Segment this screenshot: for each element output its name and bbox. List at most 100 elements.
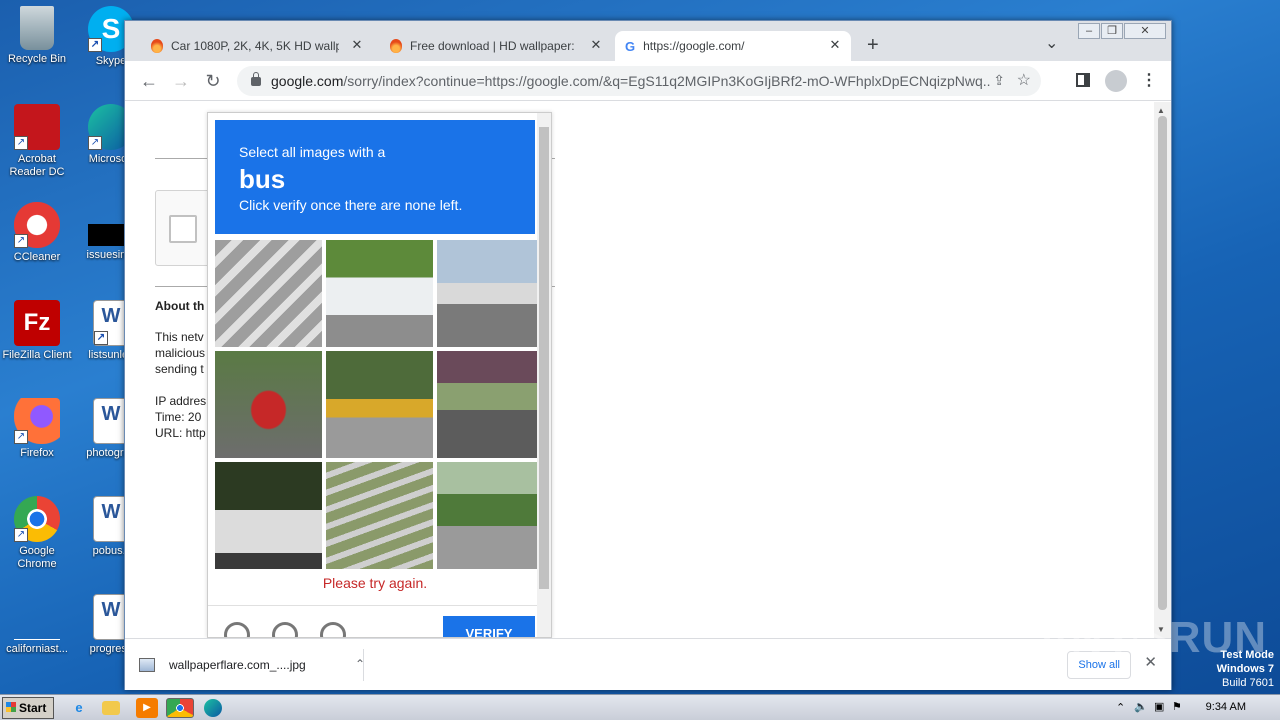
challenge-footer: VERIFY <box>208 605 551 637</box>
captcha-tile-intersection[interactable] <box>437 240 544 347</box>
download-shelf: wallpaperflare.com_....jpg ⌃ Show all ✕ <box>125 638 1171 690</box>
share-icon[interactable]: ⇪ <box>993 72 1005 89</box>
media-player-icon[interactable]: ▶ <box>136 698 158 718</box>
recaptcha-challenge: Select all images with a bus Click verif… <box>207 112 552 638</box>
divider <box>363 649 364 681</box>
tab-close-button[interactable]: ✕ <box>349 37 365 53</box>
desktop-icon-ccleaner[interactable]: ↗ CCleaner <box>0 202 74 264</box>
windows-test-mode-label: Test Mode Windows 7 Build 7601 <box>1216 649 1274 689</box>
reload-button[interactable]: ↻ <box>201 69 225 93</box>
start-button[interactable]: Start <box>2 697 54 719</box>
explanation-line: This netv <box>155 330 204 344</box>
restore-button[interactable]: ❐ <box>1101 23 1123 39</box>
captcha-tile-white-bus[interactable] <box>326 240 433 347</box>
lock-icon <box>251 71 261 86</box>
desktop-icon-acrobat[interactable]: ↗ Acrobat Reader DC <box>0 104 74 179</box>
browser-toolbar: ← → ↻ google.com/sorry/index?continue=ht… <box>125 61 1171 101</box>
close-window-button[interactable]: ✕ <box>1124 23 1166 39</box>
flame-icon <box>151 39 163 53</box>
captcha-tile-school-bus[interactable] <box>326 351 433 458</box>
about-heading: About th <box>155 299 205 313</box>
tab-strip: Car 1080P, 2K, 4K, 5K HD wallpapers ✕ Fr… <box>125 21 1171 61</box>
image-grid <box>215 240 544 570</box>
bookmark-star-icon[interactable]: ☆ <box>1017 70 1031 90</box>
desktop-icon-chrome[interactable]: ↗ Google Chrome <box>0 496 74 571</box>
edge-taskbar-icon[interactable] <box>204 699 222 717</box>
captcha-tile-guardrail[interactable] <box>437 462 544 569</box>
chrome-icon: ↗ <box>14 496 60 542</box>
tab-search-button[interactable]: ⌄ <box>1045 33 1058 53</box>
side-panel-icon[interactable] <box>1076 73 1090 87</box>
tab-close-button[interactable]: ✕ <box>588 37 604 53</box>
windows-logo-icon <box>6 702 16 712</box>
page-content: About th This netv malicious sending t I… <box>125 102 1155 638</box>
desktop-icon-californiast[interactable]: californiast... <box>0 594 74 656</box>
captcha-tile-road-markings[interactable] <box>215 240 322 347</box>
acrobat-icon: ↗ <box>14 104 60 150</box>
ccleaner-icon: ↗ <box>14 202 60 248</box>
network-icon[interactable]: ▣ <box>1154 700 1164 713</box>
url-text[interactable]: google.com/sorry/index?continue=https://… <box>271 73 991 89</box>
desktop-icon-label: Acrobat Reader DC <box>9 153 65 178</box>
audio-challenge-icon[interactable] <box>272 622 298 637</box>
desktop-icon-filezilla[interactable]: Fz FileZilla Client <box>0 300 74 362</box>
download-item[interactable]: wallpaperflare.com_....jpg ⌃ <box>139 647 365 683</box>
address-bar[interactable]: google.com/sorry/index?continue=https://… <box>237 66 1041 96</box>
desktop-icon-label: Google Chrome <box>17 545 57 570</box>
tray-expand-icon[interactable]: ⌃ <box>1116 701 1125 714</box>
tab-google[interactable]: G https://google.com/ ✕ <box>615 31 851 61</box>
tab-free-download[interactable]: Free download | HD wallpaper: black ✕ <box>380 31 612 61</box>
captcha-tile-red-jeep[interactable] <box>215 351 322 458</box>
firefox-icon: ↗ <box>14 398 60 444</box>
tab-close-button[interactable]: ✕ <box>827 37 843 53</box>
taskbar: Start e ▶ ⌃ 🔈 ▣ ⚑ 9:34 AM <box>0 694 1280 720</box>
back-button[interactable]: ← <box>137 69 161 93</box>
desktop-icon-firefox[interactable]: ↗ Firefox <box>0 398 74 460</box>
scroll-up-icon[interactable]: ▲ <box>1157 106 1165 115</box>
captcha-error-message: Please try again. <box>322 575 428 591</box>
chrome-taskbar-icon[interactable] <box>166 698 194 718</box>
flame-icon <box>390 39 402 53</box>
file-explorer-icon[interactable] <box>102 701 120 715</box>
challenge-target: bus <box>239 164 286 194</box>
shortcut-arrow-icon: ↗ <box>14 136 28 150</box>
challenge-scrollbar[interactable] <box>537 113 551 637</box>
recaptcha-checkbox[interactable] <box>169 215 197 243</box>
desktop-icon-recycle-bin[interactable]: Recycle Bin <box>0 6 74 66</box>
file-blank-icon <box>14 614 60 640</box>
clock[interactable]: 9:34 AM <box>1206 701 1246 713</box>
download-filename: wallpaperflare.com_....jpg <box>169 658 306 672</box>
forward-button[interactable]: → <box>169 69 193 93</box>
challenge-hint: Click verify once there are none left. <box>239 197 463 213</box>
new-tab-button[interactable]: + <box>867 34 879 57</box>
desktop-icon-label: Firefox <box>20 447 54 459</box>
desktop-icon-label: Recycle Bin <box>7 53 67 65</box>
explanation-line: sending t <box>155 362 204 376</box>
captcha-tile-underpass[interactable] <box>437 351 544 458</box>
profile-avatar-icon[interactable] <box>1105 70 1127 92</box>
shortcut-arrow-icon: ↗ <box>14 234 28 248</box>
tab-car-wallpapers[interactable]: Car 1080P, 2K, 4K, 5K HD wallpapers ✕ <box>141 31 373 61</box>
internet-explorer-icon[interactable]: e <box>68 698 90 718</box>
chrome-window: Car 1080P, 2K, 4K, 5K HD wallpapers ✕ Fr… <box>124 20 1172 690</box>
reload-challenge-icon[interactable] <box>224 622 250 637</box>
volume-icon[interactable]: 🔈 <box>1134 700 1148 713</box>
shortcut-arrow-icon: ↗ <box>14 528 28 542</box>
page-scrollbar[interactable]: ▲ ▼ <box>1154 102 1171 638</box>
info-icon[interactable] <box>320 622 346 637</box>
shortcut-arrow-icon: ↗ <box>14 430 28 444</box>
time-line: Time: 20 <box>155 410 202 424</box>
captcha-tile-stairs[interactable] <box>326 462 433 569</box>
tab-title: https://google.com/ <box>643 39 745 53</box>
action-center-flag-icon[interactable]: ⚑ <box>1172 700 1182 713</box>
desktop-icon-label: CCleaner <box>13 251 61 263</box>
minimize-button[interactable]: – <box>1078 23 1100 39</box>
verify-button[interactable]: VERIFY <box>443 616 535 637</box>
scrollbar-thumb[interactable] <box>1158 116 1167 610</box>
ip-address-line: IP addres <box>155 394 207 408</box>
menu-kebab-icon[interactable]: ⋮ <box>1141 70 1157 90</box>
filezilla-icon: Fz <box>14 300 60 346</box>
desktop-icon-label: Skype <box>95 55 127 67</box>
challenge-instruction: Select all images with a <box>239 144 386 160</box>
captcha-tile-bus-rear[interactable] <box>215 462 322 569</box>
